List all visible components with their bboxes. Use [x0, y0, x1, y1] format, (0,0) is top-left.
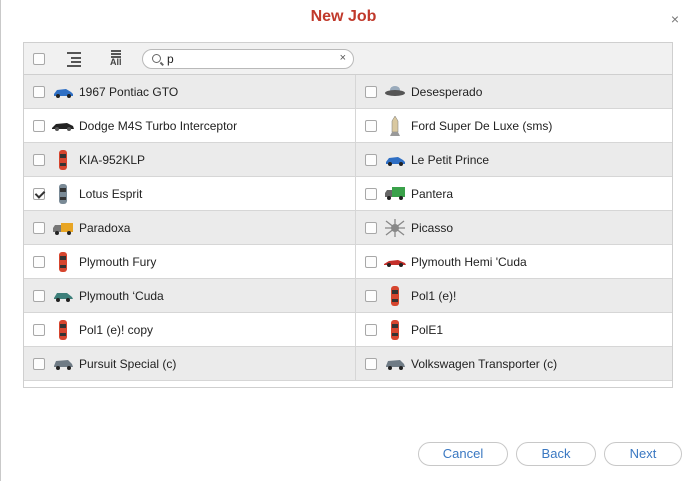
item-label: Pol1 (e)! — [411, 288, 457, 303]
list-item[interactable]: Picasso — [356, 211, 672, 245]
list-item[interactable]: Dodge M4S Turbo Interceptor — [24, 109, 356, 143]
item-label: PolE1 — [411, 322, 444, 337]
list-item[interactable]: Pursuit Special (c) — [24, 347, 356, 381]
list-item[interactable]: Le Petit Prince — [356, 143, 672, 177]
cancel-button[interactable]: Cancel — [418, 442, 508, 466]
item-label: Desesperado — [411, 84, 483, 99]
red-sports-car-icon — [383, 250, 407, 274]
dialog-left-border — [0, 0, 1, 481]
red-car-icon — [383, 318, 407, 342]
list-item[interactable]: Plymouth Fury — [24, 245, 356, 279]
item-label: 1967 Pontiac GTO — [79, 84, 179, 99]
item-label: Dodge M4S Turbo Interceptor — [79, 118, 238, 133]
item-label: Plymouth Hemi 'Cuda — [411, 254, 527, 269]
list-item[interactable]: Pol1 (e)! — [356, 279, 672, 313]
indent-list-icon[interactable] — [64, 49, 84, 69]
red-car-icon — [51, 148, 75, 172]
item-checkbox[interactable] — [33, 255, 45, 268]
list-item[interactable]: Ford Super De Luxe (sms) — [356, 109, 672, 143]
item-checkbox[interactable] — [365, 357, 377, 370]
gray-sedan-icon — [383, 352, 407, 376]
item-checkbox[interactable] — [365, 153, 377, 166]
list-item[interactable]: Plymouth Hemi 'Cuda — [356, 245, 672, 279]
blue-car-icon — [51, 80, 75, 104]
item-label: Pantera — [411, 186, 454, 201]
list-item[interactable]: Desesperado — [356, 75, 672, 109]
item-label: Paradoxa — [79, 220, 131, 235]
back-button[interactable]: Back — [516, 442, 596, 466]
red-car-icon — [51, 250, 75, 274]
item-checkbox[interactable] — [33, 323, 45, 336]
select-all-label: All — [110, 57, 122, 67]
item-checkbox[interactable] — [365, 187, 377, 200]
item-label: Volkswagen Transporter (c) — [411, 356, 558, 371]
item-label: Plymouth ‘Cuda — [79, 288, 164, 303]
item-checkbox[interactable] — [365, 289, 377, 302]
clear-search-icon[interactable]: × — [340, 52, 346, 64]
list-item[interactable]: PolE1 — [356, 313, 672, 347]
item-label: Plymouth Fury — [79, 254, 157, 269]
teal-car-icon — [51, 284, 75, 308]
item-label: Pol1 (e)! copy — [79, 322, 154, 337]
item-checkbox[interactable] — [33, 357, 45, 370]
item-checkbox[interactable] — [33, 221, 45, 234]
item-label: KIA-952KLP — [79, 152, 146, 167]
ufo-icon — [383, 80, 407, 104]
item-checkbox[interactable] — [365, 323, 377, 336]
red-car-icon — [383, 284, 407, 308]
select-all-checkbox[interactable] — [33, 53, 45, 65]
next-button[interactable]: Next — [604, 442, 682, 466]
black-car-icon — [51, 114, 75, 138]
search-box[interactable]: × — [142, 49, 354, 69]
rocket-icon — [383, 114, 407, 138]
item-checkbox[interactable] — [365, 85, 377, 98]
red-car-icon — [51, 318, 75, 342]
vehicle-grid: 1967 Pontiac GTO Desesperado Dodge M4S Tur… — [24, 75, 672, 381]
item-checkbox[interactable] — [33, 119, 45, 132]
list-item[interactable]: Pantera — [356, 177, 672, 211]
item-checkbox[interactable] — [365, 255, 377, 268]
list-item[interactable]: Paradoxa — [24, 211, 356, 245]
vehicle-list-panel: All × 1967 Pontiac GTO Desesperado Dodge M… — [23, 42, 673, 388]
list-item[interactable]: Lotus Esprit — [24, 177, 356, 211]
item-label: Lotus Esprit — [79, 186, 143, 201]
spider-icon — [383, 216, 407, 240]
green-truck-icon — [383, 182, 407, 206]
item-checkbox[interactable] — [365, 221, 377, 234]
list-item[interactable]: Plymouth ‘Cuda — [24, 279, 356, 313]
item-checkbox[interactable] — [33, 85, 45, 98]
list-item[interactable]: KIA-952KLP — [24, 143, 356, 177]
item-checkbox[interactable] — [33, 289, 45, 302]
list-toolbar: All × — [24, 43, 672, 75]
item-label: Picasso — [411, 220, 454, 235]
gray-sedan-icon — [51, 352, 75, 376]
close-icon[interactable]: × — [671, 12, 679, 26]
list-item[interactable]: Pol1 (e)! copy — [24, 313, 356, 347]
search-icon — [152, 54, 161, 63]
item-label: Le Petit Prince — [411, 152, 490, 167]
search-input[interactable] — [167, 52, 327, 66]
item-label: Pursuit Special (c) — [79, 356, 177, 371]
item-checkbox[interactable] — [33, 153, 45, 166]
blue-car-icon — [383, 148, 407, 172]
item-checkbox[interactable] — [33, 187, 45, 200]
list-item[interactable]: 1967 Pontiac GTO — [24, 75, 356, 109]
yellow-truck-icon — [51, 216, 75, 240]
select-all-icon[interactable]: All — [106, 49, 126, 69]
dialog-title: New Job — [310, 8, 377, 25]
list-item[interactable]: Volkswagen Transporter (c) — [356, 347, 672, 381]
item-checkbox[interactable] — [365, 119, 377, 132]
gray-car-icon — [51, 182, 75, 206]
item-label: Ford Super De Luxe (sms) — [411, 118, 553, 133]
